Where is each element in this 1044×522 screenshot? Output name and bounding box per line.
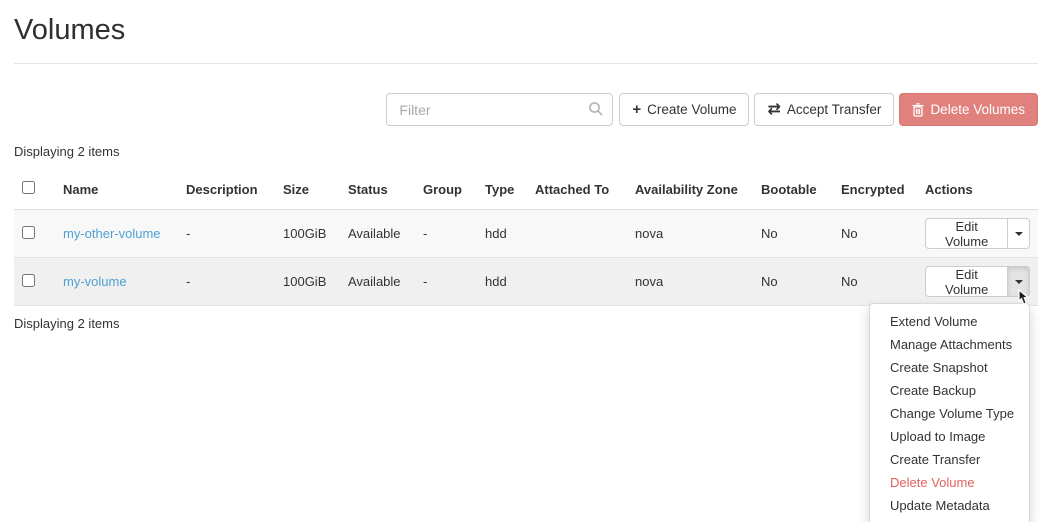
edit-volume-dropdown-toggle[interactable] bbox=[1008, 266, 1030, 297]
cell-availability-zone: nova bbox=[635, 274, 664, 289]
title-divider bbox=[14, 63, 1038, 64]
search-icon bbox=[589, 102, 603, 116]
accept-transfer-label: Accept Transfer bbox=[786, 102, 882, 117]
menu-item-manage-attachments[interactable]: Manage Attachments bbox=[870, 333, 1029, 356]
select-all-checkbox[interactable] bbox=[22, 181, 35, 194]
table-header-row: Name Description Size Status Group Type … bbox=[14, 167, 1038, 210]
column-header-status: Status bbox=[340, 167, 415, 210]
toolbar: + Create Volume ⇄ Accept Transfer Delete… bbox=[14, 93, 1038, 126]
trash-icon bbox=[912, 102, 924, 117]
column-header-type: Type bbox=[477, 167, 527, 210]
cell-type: hdd bbox=[485, 274, 507, 289]
accept-transfer-button[interactable]: ⇄ Accept Transfer bbox=[754, 93, 895, 126]
cell-encrypted: No bbox=[841, 274, 858, 289]
row-actions: Edit Volume bbox=[925, 218, 1030, 249]
column-header-availability-zone: Availability Zone bbox=[627, 167, 753, 210]
cell-attached-to bbox=[527, 210, 627, 258]
cell-description: - bbox=[186, 274, 191, 289]
menu-item-upload-to-image[interactable]: Upload to Image bbox=[870, 425, 1029, 448]
row-checkbox[interactable] bbox=[22, 225, 35, 239]
menu-item-update-metadata[interactable]: Update Metadata bbox=[870, 494, 1029, 517]
column-header-description: Description bbox=[178, 167, 275, 210]
chevron-down-icon bbox=[1014, 231, 1023, 236]
delete-volumes-button[interactable]: Delete Volumes bbox=[899, 93, 1038, 126]
search-input[interactable] bbox=[386, 93, 614, 126]
cell-size: 100GiB bbox=[283, 226, 327, 241]
menu-item-create-backup[interactable]: Create Backup bbox=[870, 379, 1029, 402]
menu-item-create-snapshot[interactable]: Create Snapshot bbox=[870, 356, 1029, 379]
cell-availability-zone: nova bbox=[635, 226, 664, 241]
menu-item-change-volume-type[interactable]: Change Volume Type bbox=[870, 402, 1029, 425]
cell-status: Available bbox=[348, 226, 401, 241]
filter-box bbox=[386, 93, 614, 126]
items-count-top: Displaying 2 items bbox=[14, 144, 120, 159]
volume-name-link[interactable]: my-volume bbox=[63, 274, 127, 289]
cell-group: - bbox=[423, 226, 428, 241]
edit-volume-button[interactable]: Edit Volume bbox=[925, 266, 1009, 297]
volumes-table: Name Description Size Status Group Type … bbox=[14, 167, 1038, 522]
edit-volume-dropdown-toggle[interactable] bbox=[1008, 218, 1030, 249]
cell-bootable: No bbox=[761, 274, 778, 289]
column-header-size: Size bbox=[275, 167, 340, 210]
plus-icon: + bbox=[632, 101, 642, 118]
create-volume-label: Create Volume bbox=[647, 102, 737, 117]
menu-item-extend-volume[interactable]: Extend Volume bbox=[870, 310, 1029, 333]
transfer-arrows-icon: ⇄ bbox=[767, 100, 781, 118]
row-checkbox[interactable] bbox=[22, 273, 35, 287]
column-header-attached-to: Attached To bbox=[527, 167, 627, 210]
cell-attached-to bbox=[527, 258, 627, 306]
column-header-actions: Actions bbox=[917, 167, 1038, 210]
cell-group: - bbox=[423, 274, 428, 289]
table-row: my-other-volume - 100GiB Available - hdd… bbox=[14, 209, 1038, 258]
cell-bootable: No bbox=[761, 226, 778, 241]
create-volume-button[interactable]: + Create Volume bbox=[619, 93, 750, 126]
volume-actions-menu: Extend Volume Manage Attachments Create … bbox=[869, 303, 1030, 522]
column-header-bootable: Bootable bbox=[753, 167, 833, 210]
volumes-page: Volumes + Create Volume ⇄ Accept Transfe… bbox=[0, 0, 1044, 522]
column-header-group: Group bbox=[415, 167, 477, 210]
cell-status: Available bbox=[348, 274, 401, 289]
delete-volumes-label: Delete Volumes bbox=[930, 102, 1025, 117]
column-header-name: Name bbox=[55, 167, 178, 210]
page-title: Volumes bbox=[14, 14, 126, 46]
column-header-encrypted: Encrypted bbox=[833, 167, 917, 210]
menu-item-create-transfer[interactable]: Create Transfer bbox=[870, 448, 1029, 471]
cell-description: - bbox=[186, 226, 191, 241]
table-row: my-volume - 100GiB Available - hdd nova … bbox=[14, 257, 1038, 522]
edit-volume-button[interactable]: Edit Volume bbox=[925, 218, 1009, 249]
volume-name-link[interactable]: my-other-volume bbox=[63, 226, 161, 241]
cell-type: hdd bbox=[485, 226, 507, 241]
chevron-down-icon bbox=[1014, 279, 1023, 284]
menu-item-delete-volume[interactable]: Delete Volume bbox=[870, 471, 1029, 494]
cell-size: 100GiB bbox=[283, 274, 327, 289]
cell-encrypted: No bbox=[841, 226, 858, 241]
row-actions: Edit Volume Extend Volume Manage Attachm… bbox=[869, 266, 1030, 522]
